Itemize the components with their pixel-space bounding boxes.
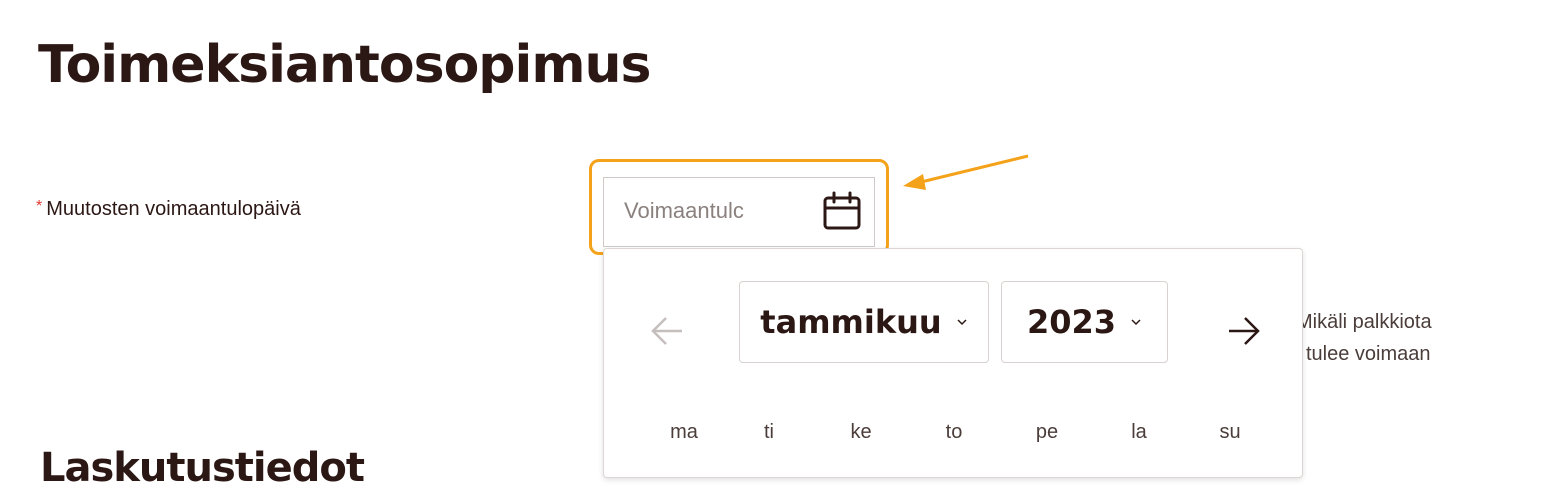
section-heading: Laskutustiedot: [40, 445, 365, 491]
chevron-down-icon: [957, 319, 967, 326]
weekday-label: ma: [670, 421, 698, 443]
datepicker-dropdown: tammikuu 2023 ma ti ke to pe la su: [603, 248, 1303, 478]
date-field-label: * Muutosten voimaantulopäivä: [36, 198, 301, 221]
year-select-value: 2023: [1026, 303, 1117, 341]
highlight-box: [589, 159, 889, 255]
arrow-right-icon[interactable]: [1219, 307, 1267, 355]
month-select-value: tammikuu: [760, 303, 942, 341]
helper-text-line-2: tulee voimaan: [1306, 343, 1431, 365]
page-title: Toimeksiantosopimus: [38, 35, 651, 95]
month-select[interactable]: tammikuu: [739, 281, 989, 363]
helper-text-line-1: Mikäli palkkiota: [1296, 311, 1432, 333]
chevron-down-icon: [1131, 319, 1141, 326]
arrow-left-icon[interactable]: [644, 307, 692, 355]
weekday-header: ma ti ke to pe la su: [604, 421, 1304, 451]
weekday-label: ti: [764, 421, 774, 443]
helper-text: Mikäli palkkiota tulee voimaan: [1296, 306, 1496, 370]
weekday-label: to: [945, 421, 963, 443]
weekday-label: la: [1131, 421, 1147, 443]
weekday-label: su: [1219, 421, 1241, 443]
weekday-label: pe: [1035, 421, 1059, 443]
annotation-arrow-icon: [903, 154, 1029, 190]
date-field-label-text: Muutosten voimaantulopäivä: [46, 198, 301, 220]
year-select[interactable]: 2023: [1001, 281, 1168, 363]
weekday-label: ke: [850, 421, 872, 443]
required-marker: *: [36, 198, 43, 215]
